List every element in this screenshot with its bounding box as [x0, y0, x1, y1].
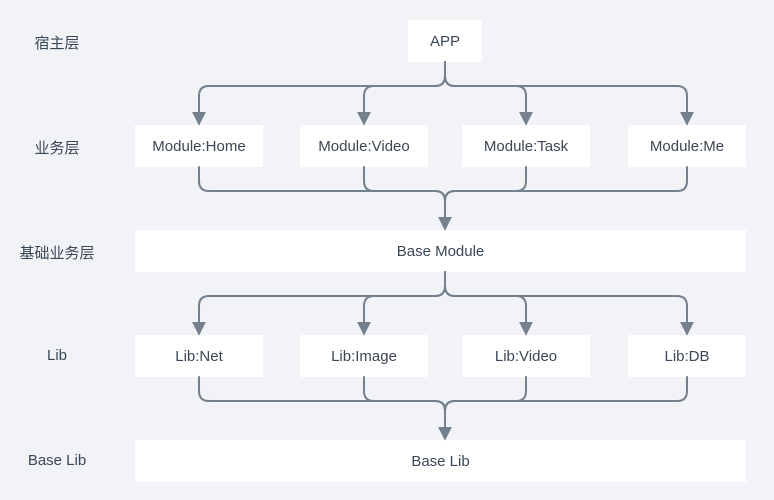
layer-label-biz: 业务层 — [17, 137, 97, 158]
architecture-diagram: 宿主层 业务层 基础业务层 Lib Base Lib APP Module:Ho… — [0, 0, 774, 500]
node-lib-image: Lib:Image — [300, 335, 428, 377]
node-lib-db: Lib:DB — [628, 335, 746, 377]
node-module-me: Module:Me — [628, 125, 746, 167]
node-lib-net: Lib:Net — [135, 335, 263, 377]
layer-label-host: 宿主层 — [17, 32, 97, 53]
node-base-module: Base Module — [135, 230, 746, 272]
node-module-task: Module:Task — [462, 125, 590, 167]
node-app: APP — [408, 20, 482, 62]
node-module-video: Module:Video — [300, 125, 428, 167]
layer-label-base: 基础业务层 — [10, 242, 104, 263]
layer-label-lib: Lib — [17, 347, 97, 364]
node-base-lib: Base Lib — [135, 440, 746, 482]
node-module-home: Module:Home — [135, 125, 263, 167]
layer-label-baselib: Base Lib — [17, 452, 97, 469]
node-lib-video: Lib:Video — [462, 335, 590, 377]
